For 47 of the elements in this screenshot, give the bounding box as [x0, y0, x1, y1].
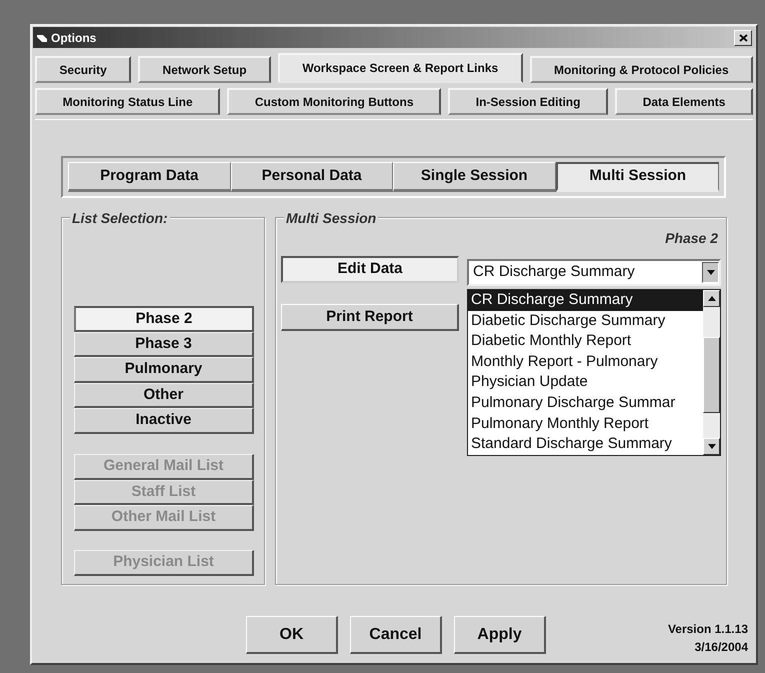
dropdown-option[interactable]: CR Discharge Summary — [468, 290, 703, 311]
dialog-button[interactable]: Cancel — [350, 616, 442, 654]
dialog-button[interactable]: Apply — [454, 616, 546, 654]
action-button[interactable]: Edit Data — [281, 256, 459, 283]
scrollbar[interactable] — [703, 290, 720, 455]
list-button[interactable]: Phase 3 — [74, 332, 254, 357]
tab[interactable]: Monitoring & Protocol Policies — [530, 56, 754, 83]
dropdown-option[interactable]: Monthly Report - Pulmonary — [468, 352, 703, 372]
close-button[interactable] — [734, 30, 752, 46]
tab[interactable]: Network Setup — [138, 56, 271, 83]
tab[interactable]: Security — [35, 56, 132, 83]
phase-label: Phase 2 — [665, 229, 718, 248]
list-button[interactable]: Inactive — [74, 408, 254, 434]
list-button[interactable]: Other — [74, 382, 254, 408]
sub-tab[interactable]: Single Session — [393, 162, 556, 192]
dropdown-option[interactable]: Physician Update — [468, 372, 703, 393]
version-date: 3/16/2004 — [694, 639, 748, 656]
caret-icon — [706, 270, 714, 275]
tab[interactable]: Data Elements — [615, 88, 754, 115]
dialog-button[interactable]: OK — [246, 616, 338, 654]
tab[interactable]: In-Session Editing — [448, 88, 608, 115]
scroll-up-button[interactable] — [703, 290, 720, 307]
dropdown-option[interactable]: Standard Discharge Summary — [468, 434, 703, 455]
dropdown-option[interactable]: Pulmonary Monthly Report — [468, 414, 703, 434]
window-icon — [36, 32, 48, 42]
dropdown-arrow-button[interactable] — [702, 262, 719, 283]
up-arrow-icon — [708, 296, 716, 301]
dropdown-option[interactable]: Diabetic Discharge Summary — [468, 310, 703, 332]
sub-tab[interactable]: Multi Session — [556, 162, 719, 192]
report-dropdown[interactable]: CR Discharge Summary — [467, 259, 721, 286]
tab[interactable]: Custom Monitoring Buttons — [227, 88, 442, 115]
close-icon — [738, 34, 748, 42]
tab[interactable]: Workspace Screen & Report Links — [278, 53, 523, 83]
list-button[interactable]: Phase 2 — [74, 306, 254, 332]
sub-tab[interactable]: Program Data — [68, 162, 230, 192]
scroll-thumb[interactable] — [703, 337, 720, 413]
action-button[interactable]: Print Report — [281, 304, 459, 331]
window-title: Options — [51, 30, 96, 46]
version-text: Version 1.1.13 — [668, 621, 748, 638]
dropdown-value: CR Discharge Summary — [472, 262, 636, 282]
sub-tab[interactable]: Personal Data — [230, 162, 393, 192]
dropdown-option[interactable]: Diabetic Monthly Report — [468, 331, 703, 352]
tab[interactable]: Monitoring Status Line — [35, 88, 220, 115]
down-arrow-icon — [708, 444, 716, 449]
scroll-down-button[interactable] — [703, 438, 720, 455]
list-button[interactable]: Pulmonary — [74, 357, 254, 382]
dropdown-option[interactable]: Pulmonary Discharge Summar — [468, 392, 703, 414]
